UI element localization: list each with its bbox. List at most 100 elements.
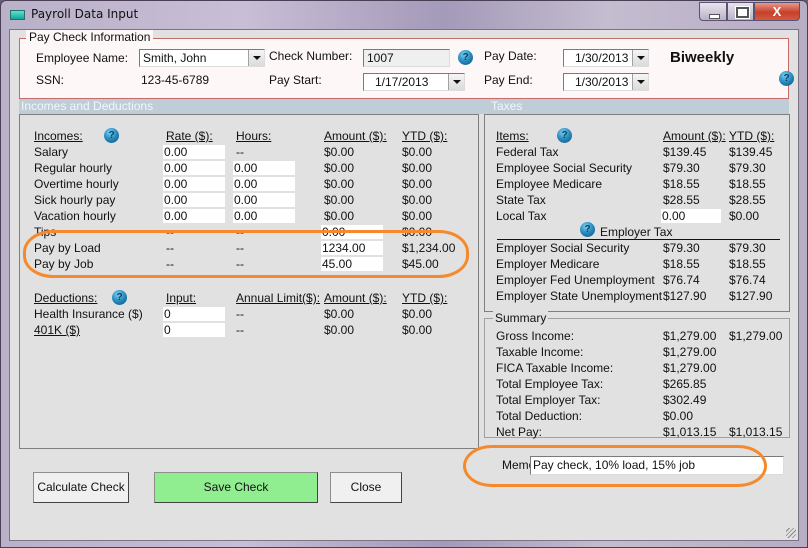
employer-tax-ytd: $18.55 (729, 257, 766, 271)
employer-tax-ytd: $76.74 (729, 273, 766, 287)
employee-name-value: Smith, John (143, 51, 207, 65)
chevron-down-icon[interactable] (448, 74, 464, 90)
hours-input[interactable]: 0.00 (233, 193, 295, 207)
help-icon[interactable]: ? (104, 128, 119, 143)
tax-amount-header: Amount ($): (663, 129, 726, 143)
tax-ytd-value: $79.30 (729, 161, 766, 175)
help-icon[interactable]: ? (779, 71, 794, 86)
annual-limit-value: -- (236, 323, 244, 337)
rate-input[interactable]: 0.00 (163, 145, 225, 159)
tax-ytd-value: $0.00 (729, 209, 760, 223)
tax-ytd-header: YTD ($): (729, 129, 775, 143)
client-area: Pay Check Information Employee Name: Smi… (9, 29, 799, 541)
pay-start-picker[interactable]: 1/17/2013 (363, 73, 465, 91)
memo-input[interactable]: Pay check, 10% load, 15% job (530, 456, 784, 475)
hours-input[interactable]: 0.00 (233, 209, 295, 223)
employer-tax-ytd: $79.30 (729, 241, 766, 255)
tax-ytd-value: $28.55 (729, 193, 766, 207)
employer-tax-label: Employer Tax (600, 225, 673, 239)
close-window-button[interactable]: X (754, 2, 800, 21)
resize-grip[interactable] (786, 528, 796, 538)
rate-value: -- (166, 225, 174, 239)
tax-item-name: State Tax (496, 193, 546, 207)
tax-ytd-value: $139.45 (729, 145, 773, 159)
tax-amount-value: $79.30 (663, 161, 700, 175)
rate-input[interactable]: 0.00 (163, 161, 225, 175)
amount-input[interactable]: 1234.00 (321, 241, 383, 255)
ytd-value: $1,234.00 (402, 241, 456, 255)
close-button[interactable]: Close (330, 472, 402, 503)
employee-name-select[interactable]: Smith, John (139, 49, 265, 67)
ytd-value: $0.00 (402, 323, 433, 337)
help-icon[interactable]: ? (458, 50, 473, 65)
pay-date-picker[interactable]: 1/30/2013 (563, 49, 649, 67)
tax-item-name: Federal Tax (496, 145, 559, 159)
save-check-button[interactable]: Save Check (154, 472, 318, 503)
employer-tax-amount: $79.30 (663, 241, 700, 255)
help-icon[interactable]: ? (580, 222, 595, 237)
pay-start-label: Pay Start: (269, 73, 322, 87)
payroll-window: Payroll Data Input X Pay Check Informati… (0, 0, 808, 548)
summary-ytd: $1,279.00 (729, 329, 783, 343)
summary-amount: $265.85 (663, 377, 707, 391)
amount-header: Amount ($): (324, 129, 387, 143)
income-name: Regular hourly (34, 161, 113, 175)
hours-input[interactable]: 0.00 (233, 161, 295, 175)
summary-label: Net Pay: (496, 425, 543, 439)
tax-ytd-value: $18.55 (729, 177, 766, 191)
chevron-down-icon[interactable] (632, 50, 648, 66)
summary-label: Total Employer Tax: (496, 393, 601, 407)
window-title: Payroll Data Input (31, 7, 139, 21)
deduction-name: Health Insurance ($) (34, 307, 143, 321)
deduction-input[interactable]: 0 (163, 323, 225, 337)
summary-label: Total Deduction: (496, 409, 583, 423)
tax-item-name: Local Tax (496, 209, 547, 223)
ytd-value: $0.00 (402, 225, 433, 239)
title-bar[interactable]: Payroll Data Input X (1, 1, 807, 29)
employer-tax-name: Employer Social Security (496, 241, 630, 255)
maximize-button[interactable] (727, 2, 754, 21)
employer-tax-amount: $127.90 (663, 289, 707, 303)
amount-header: Amount ($): (324, 291, 387, 305)
rate-input[interactable]: 0.00 (163, 193, 225, 207)
rate-input[interactable]: 0.00 (163, 177, 225, 191)
rate-input[interactable]: 0.00 (163, 209, 225, 223)
employer-tax-ytd: $127.90 (729, 289, 773, 303)
help-icon[interactable]: ? (112, 290, 127, 305)
rate-value: -- (166, 241, 174, 255)
ytd-value: $0.00 (402, 193, 433, 207)
summary-label: Taxable Income: (496, 345, 584, 359)
summary-amount: $1,279.00 (663, 329, 717, 343)
incomes-header: Incomes: (34, 129, 83, 143)
chevron-down-icon[interactable] (632, 74, 648, 90)
chevron-down-icon[interactable] (248, 50, 264, 66)
employer-tax-amount: $18.55 (663, 257, 700, 271)
tax-amount-value: $18.55 (663, 177, 700, 191)
ytd-header: YTD ($): (402, 291, 448, 305)
ytd-value: $0.00 (402, 209, 433, 223)
income-name: Tips (34, 225, 57, 239)
tax-amount-value: $139.45 (663, 145, 707, 159)
amount-value: $0.00 (324, 177, 355, 191)
deduction-name[interactable]: 401K ($) (34, 323, 80, 337)
pay-end-picker[interactable]: 1/30/2013 (563, 73, 649, 91)
employer-tax-divider (497, 239, 780, 240)
rate-value: -- (166, 257, 174, 271)
check-number-field[interactable]: 1007 (363, 49, 450, 67)
employer-tax-name: Employer Fed Unemployment (496, 273, 655, 287)
hours-header: Hours: (236, 129, 272, 143)
minimize-button[interactable] (699, 2, 727, 21)
calculate-check-button[interactable]: Calculate Check (33, 472, 129, 503)
local-tax-input[interactable]: 0.00 (661, 209, 721, 223)
hours-value: -- (236, 145, 244, 159)
help-icon[interactable]: ? (557, 128, 572, 143)
hours-input[interactable]: 0.00 (233, 177, 295, 191)
summary-panel: Summary Gross Income: $1,279.00 $1,279.00 T… (484, 311, 790, 439)
amount-value: $0.00 (324, 145, 355, 159)
incomes-deductions-header: Incomes and Deductions (19, 99, 489, 114)
deduction-input[interactable]: 0 (163, 307, 225, 321)
ytd-value: $45.00 (402, 257, 439, 271)
check-number-label: Check Number: (269, 49, 353, 63)
amount-input[interactable]: 0.00 (321, 225, 383, 239)
amount-input[interactable]: 45.00 (321, 257, 383, 271)
